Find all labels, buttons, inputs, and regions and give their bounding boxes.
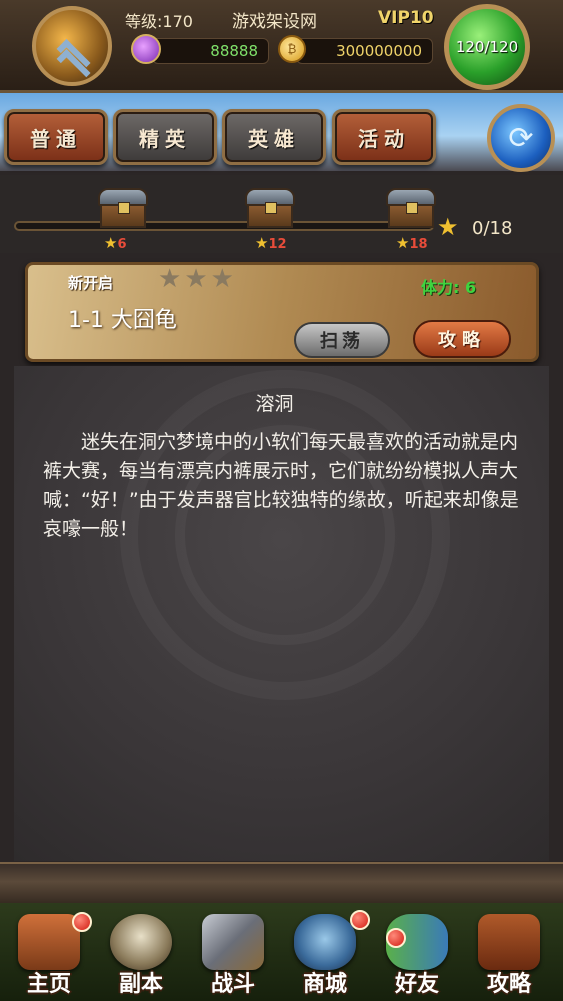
- star-icon: ★: [158, 264, 182, 294]
- area-description: 迷失在洞穴梦境中的小软们每天最喜欢的活动就是内裤大赛，每当有漂亮内裤展示时，它们…: [43, 431, 519, 540]
- gem-icon: [131, 34, 161, 64]
- book-icon: [478, 914, 540, 970]
- nav-label: 主页: [26, 972, 71, 997]
- player-avatar[interactable]: [32, 6, 112, 86]
- stage-name: 1-1 大囧龟: [68, 308, 177, 333]
- guide-button[interactable]: 攻略: [413, 320, 511, 358]
- star-progress-track: [14, 221, 434, 231]
- house-icon: [18, 914, 80, 970]
- nav-label: 副本: [118, 972, 163, 997]
- nav-battle[interactable]: 战斗: [188, 908, 278, 1001]
- refresh-icon: ⟳: [508, 120, 534, 156]
- tab-label: 普通: [30, 126, 82, 151]
- star-progress-count: 0/18: [472, 218, 513, 239]
- skull-icon: [110, 914, 172, 970]
- nav-label: 商城: [302, 972, 347, 997]
- tab-hero[interactable]: 英雄: [222, 109, 326, 165]
- tab-label: 活动: [358, 126, 410, 151]
- chest-requirement: ★6: [104, 234, 127, 252]
- treasure-chest-icon[interactable]: [386, 188, 436, 230]
- gold-amount: 300000000: [336, 42, 422, 60]
- site-name: 游戏架设网: [232, 12, 317, 32]
- sweep-label: 扫荡: [320, 331, 364, 352]
- star-icon: ★: [396, 234, 410, 252]
- nav-label: 好友: [394, 972, 439, 997]
- coin-icon: ₿: [278, 35, 306, 63]
- tab-event[interactable]: 活动: [332, 109, 436, 165]
- tab-label: 精英: [139, 126, 191, 151]
- nav-guide[interactable]: 攻略: [464, 908, 554, 1001]
- chest-requirement: ★18: [396, 234, 428, 252]
- treasure-chest-icon[interactable]: [98, 188, 148, 230]
- star-icon: ★: [104, 234, 118, 252]
- nav-home[interactable]: 主页: [4, 908, 94, 1001]
- nav-shop[interactable]: 商城: [280, 908, 370, 1001]
- tab-label: 英雄: [248, 126, 300, 151]
- gold-bar[interactable]: 300000000: [296, 38, 433, 64]
- tab-elite[interactable]: 精英: [113, 109, 217, 165]
- nav-label: 战斗: [210, 972, 255, 997]
- sweep-button[interactable]: 扫荡: [294, 322, 390, 358]
- notification-badge: [386, 928, 406, 948]
- tab-normal[interactable]: 普通: [4, 109, 108, 165]
- star-icon: ★: [437, 213, 459, 241]
- nav-dungeon[interactable]: 副本: [96, 908, 186, 1001]
- stamina-cost: 体力: 6: [421, 278, 477, 297]
- energy-value: 120/120: [455, 38, 519, 56]
- player-level: 等级:170: [125, 12, 193, 31]
- nav-friends[interactable]: 好友: [372, 908, 462, 1001]
- vip-level[interactable]: VIP10: [378, 8, 434, 28]
- stage-status: 新开启: [68, 274, 114, 292]
- swords-icon: [202, 914, 264, 970]
- star-icon: ★: [255, 234, 269, 252]
- energy-orb[interactable]: 120/120: [444, 4, 530, 90]
- area-title: 溶洞: [255, 393, 294, 415]
- panel-bottom-border: [0, 862, 563, 908]
- star-icon: ★: [184, 264, 208, 294]
- nav-label: 攻略: [486, 972, 531, 997]
- gem-bar[interactable]: 88888: [152, 38, 269, 64]
- rank-chevron-icon: [54, 33, 90, 59]
- chest-requirement: ★12: [255, 234, 287, 252]
- stage-star-rating: ★ ★ ★: [158, 264, 237, 294]
- notification-badge: [350, 910, 370, 930]
- guide-label: 攻略: [438, 330, 486, 351]
- notification-badge: [72, 912, 92, 932]
- refresh-button[interactable]: ⟳: [487, 104, 555, 172]
- gem-amount: 88888: [210, 42, 258, 60]
- treasure-chest-icon[interactable]: [245, 188, 295, 230]
- monster-shop-icon: [294, 914, 356, 970]
- star-icon: ★: [210, 264, 234, 294]
